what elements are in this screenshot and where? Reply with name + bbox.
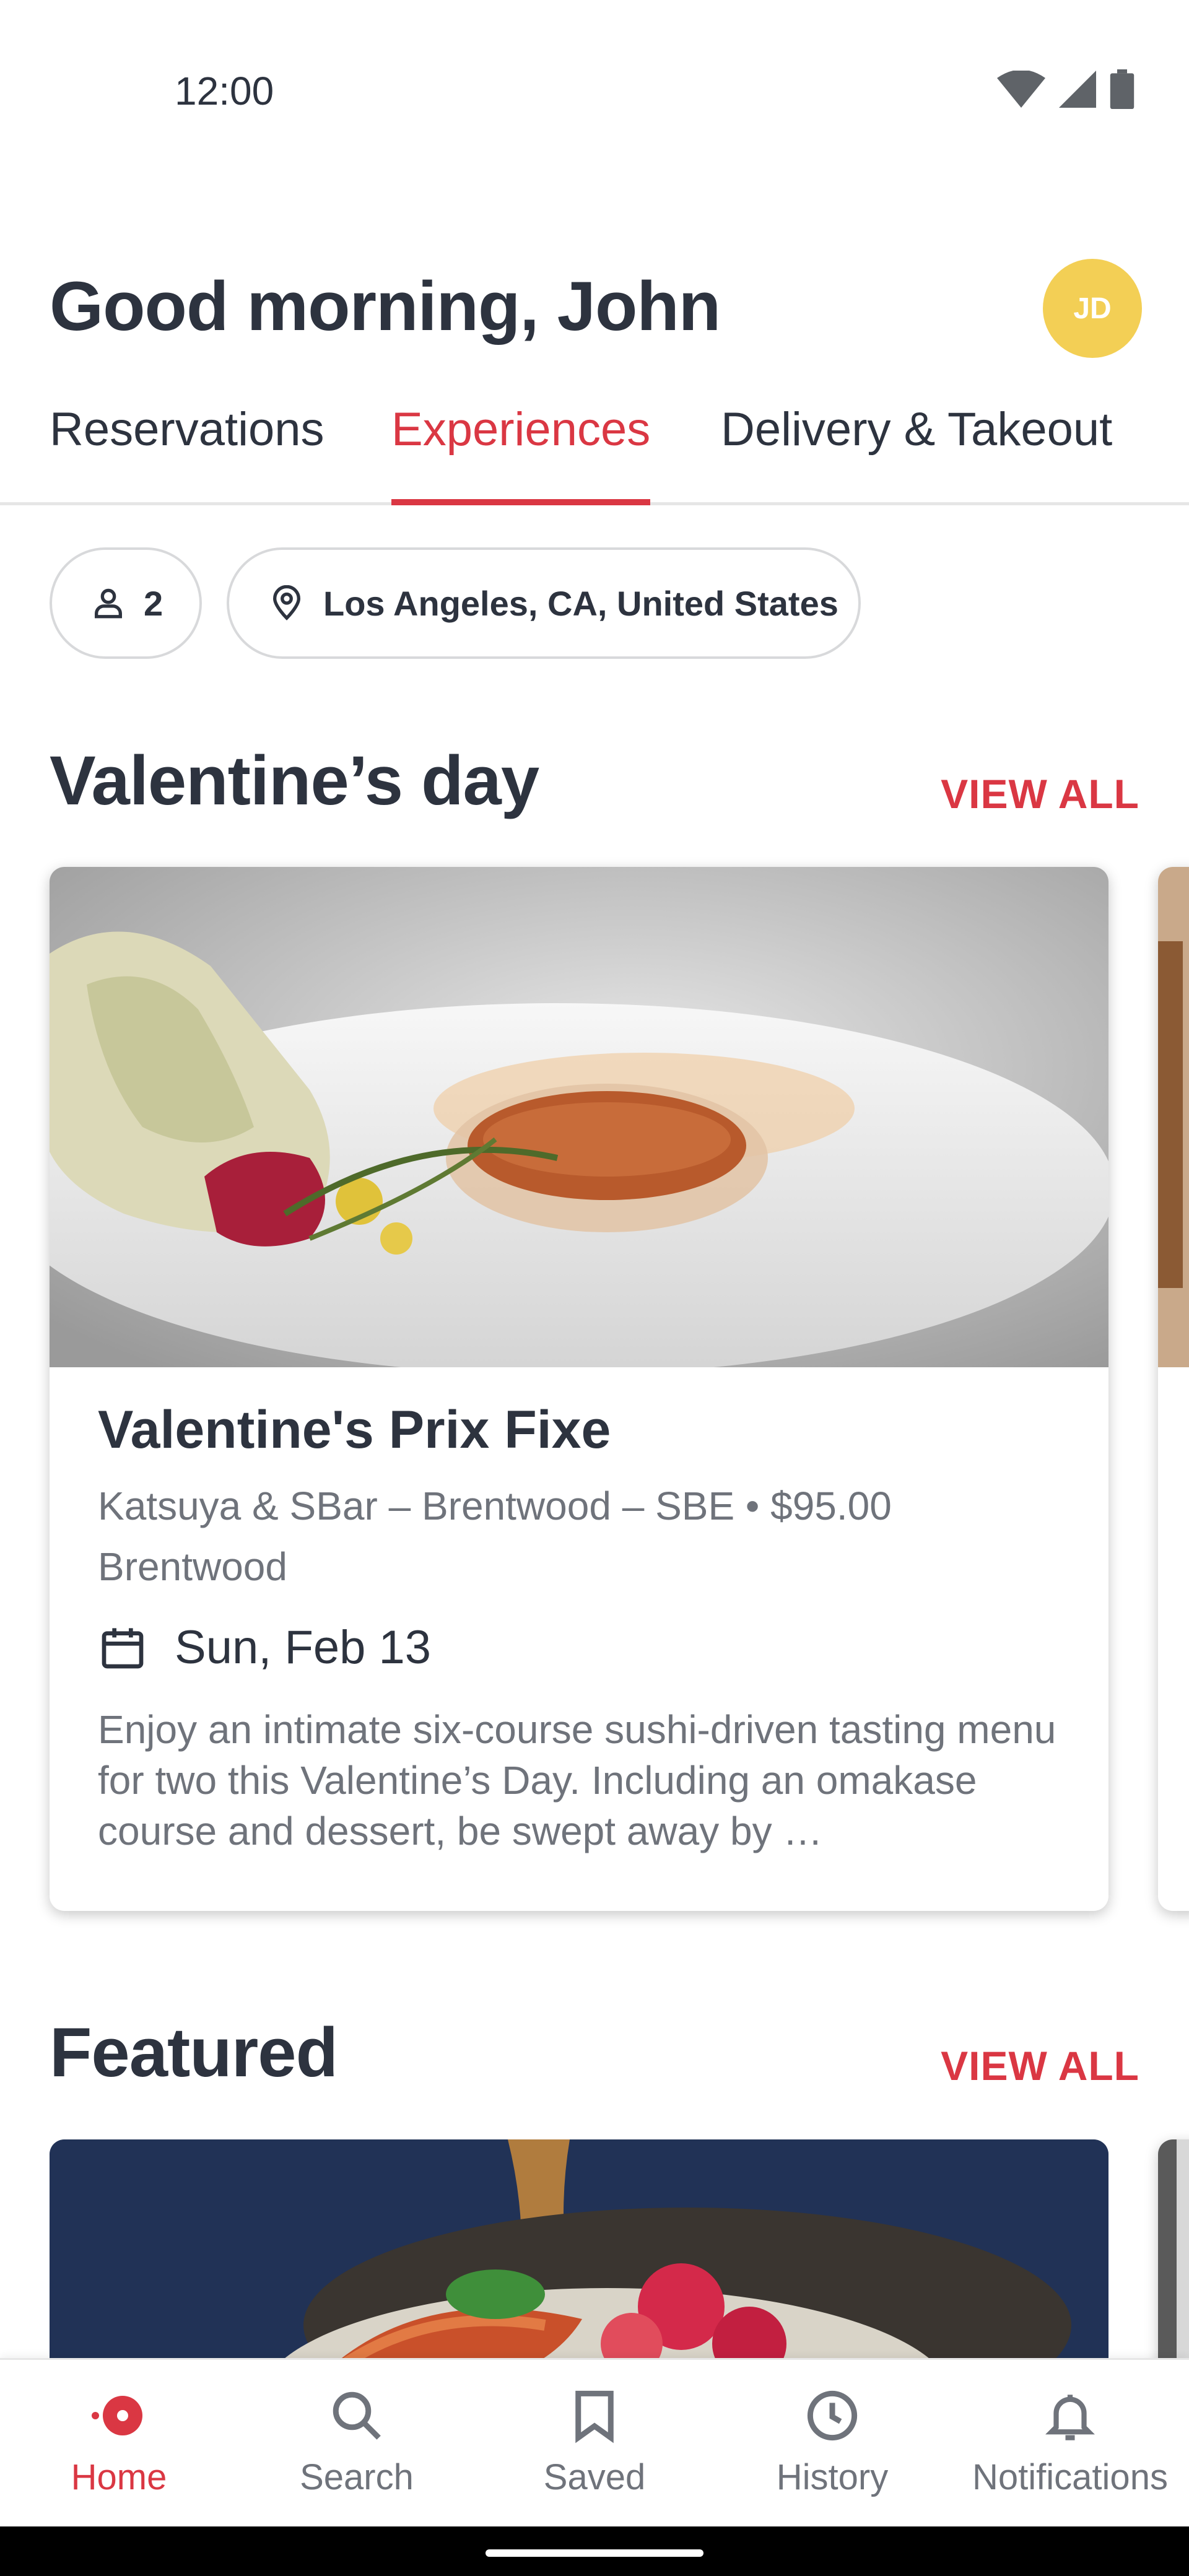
nav-home[interactable]: Home [0, 2360, 238, 2528]
nav-history-label: History [776, 2457, 889, 2497]
greeting-title: Good morning, John [50, 268, 721, 345]
home-indicator[interactable] [486, 2549, 703, 2557]
calendar-icon [102, 1627, 144, 1668]
experience-restaurant-price: Katsuya & SBar – Brentwood – SBE • $95.0… [98, 1484, 892, 1528]
nav-search-label: Search [300, 2457, 414, 2497]
wifi-icon [997, 71, 1045, 108]
nav-search[interactable]: Search [238, 2360, 476, 2528]
nav-saved[interactable]: Saved [476, 2360, 713, 2528]
clock-icon [801, 2385, 863, 2447]
section-title-valentines: Valentine’s day [50, 742, 539, 819]
bottom-navigation: Home Search Saved History Notifications [0, 2358, 1189, 2526]
tab-bar: Reservations Experiences Delivery & Take… [0, 384, 1189, 505]
status-time: 12:00 [175, 69, 274, 113]
nav-saved-label: Saved [543, 2457, 646, 2497]
experience-card[interactable]: Valentine's Prix Fixe Katsuya & SBar – B… [50, 867, 1108, 1911]
experience-card-body: Valentine's Prix Fixe Katsuya & SBar – B… [98, 1399, 1064, 1856]
status-bar: 12:00 [0, 0, 1189, 186]
nav-notifications-label: Notifications [972, 2457, 1168, 2497]
search-icon [326, 2385, 388, 2447]
nav-history[interactable]: History [713, 2360, 951, 2528]
experience-neighborhood: Brentwood [98, 1544, 287, 1589]
view-all-featured-link[interactable]: VIEW ALL [941, 2042, 1139, 2089]
battery-icon [1110, 69, 1135, 109]
status-icons [997, 69, 1135, 109]
avatar[interactable]: JD [1043, 259, 1142, 358]
home-dot-icon [88, 2385, 150, 2447]
location-value: Los Angeles, CA, United States [323, 583, 838, 623]
experience-description: Enjoy an intimate six-course sushi-drive… [98, 1707, 1056, 1853]
nav-home-label: Home [71, 2457, 167, 2497]
cellular-signal-icon [1059, 71, 1096, 108]
party-size-value: 2 [144, 583, 163, 623]
experience-date: Sun, Feb 13 [175, 1621, 432, 1674]
tab-experiences[interactable]: Experiences [391, 402, 651, 505]
location-pin-icon [273, 585, 300, 620]
experience-date-row: Sun, Feb 13 [98, 1621, 1064, 1674]
experience-title: Valentine's Prix Fixe [98, 1400, 611, 1460]
view-all-valentines-link[interactable]: VIEW ALL [941, 770, 1139, 817]
bookmark-icon [564, 2385, 625, 2447]
tab-reservations[interactable]: Reservations [50, 402, 324, 505]
nav-notifications[interactable]: Notifications [951, 2360, 1189, 2528]
tab-delivery-takeout[interactable]: Delivery & Takeout [721, 402, 1112, 505]
next-experience-card-peek[interactable] [1158, 867, 1189, 1911]
bell-icon [1039, 2385, 1101, 2447]
party-size-chip[interactable]: 2 [50, 547, 202, 659]
location-chip[interactable]: Los Angeles, CA, United States [227, 547, 861, 659]
experience-card-image [50, 867, 1108, 1367]
person-icon [95, 588, 122, 619]
avatar-initials: JD [1073, 292, 1112, 325]
section-title-featured: Featured [50, 2014, 338, 2091]
